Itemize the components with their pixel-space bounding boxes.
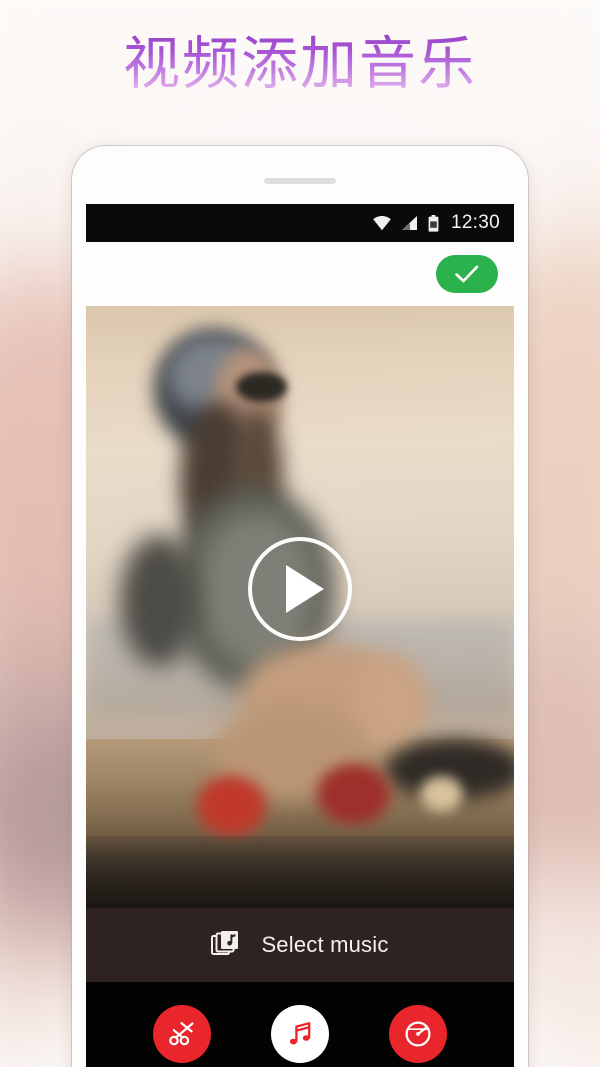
- editor-toolbar: [86, 982, 514, 1067]
- play-icon: [286, 564, 324, 613]
- battery-icon: [428, 214, 439, 232]
- checkmark-icon: [455, 265, 479, 283]
- video-subject-shape: [197, 775, 266, 836]
- video-foreground-shadow: [86, 835, 514, 908]
- promo-page: 视频添加音乐 12:30 Select music: [0, 0, 600, 1067]
- music-note-icon: [289, 1022, 311, 1045]
- wifi-icon: [373, 216, 391, 231]
- speed-gauge-icon: [405, 1021, 431, 1047]
- promo-headline: 视频添加音乐: [0, 33, 600, 96]
- music-tool-button[interactable]: [271, 1005, 329, 1063]
- select-music-row[interactable]: Select music: [86, 908, 514, 982]
- video-subject-shape: [317, 763, 390, 824]
- speed-tool-button[interactable]: [389, 1005, 447, 1063]
- cellular-signal-icon: [401, 216, 417, 230]
- phone-earpiece-speaker: [264, 178, 336, 184]
- video-subject-shape: [120, 534, 198, 668]
- status-bar: 12:30: [86, 204, 514, 242]
- phone-screen: 12:30 Select music: [86, 204, 514, 1067]
- music-library-icon: [211, 931, 239, 955]
- video-prop-shape: [419, 775, 463, 812]
- status-bar-clock: 12:30: [450, 212, 500, 233]
- video-preview[interactable]: [86, 306, 514, 908]
- select-music-label: Select music: [261, 932, 389, 957]
- play-button[interactable]: [248, 536, 352, 641]
- trim-tool-button[interactable]: [153, 1005, 211, 1063]
- confirm-button[interactable]: [436, 255, 498, 293]
- app-bar: [86, 242, 514, 306]
- scissors-icon: [169, 1022, 194, 1046]
- phone-mockup: 12:30 Select music: [72, 146, 528, 1067]
